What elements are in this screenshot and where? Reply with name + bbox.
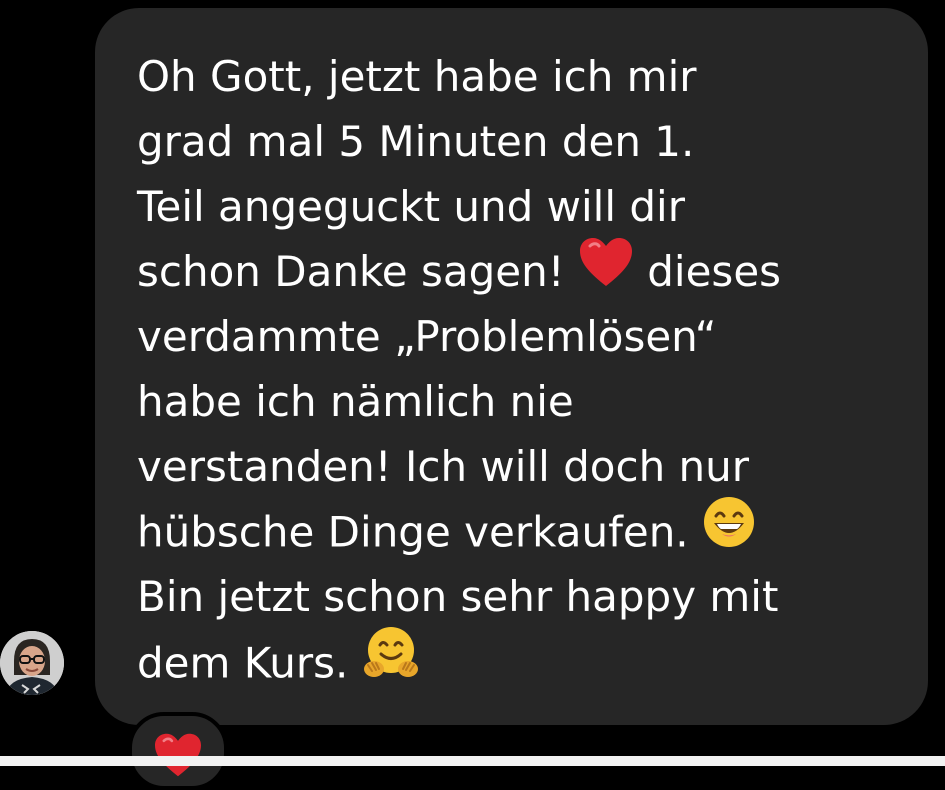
reaction-badge[interactable] bbox=[128, 712, 228, 790]
message-bubble[interactable]: Oh Gott, jetzt habe ich mir grad mal 5 M… bbox=[95, 8, 928, 725]
hugging-face-icon bbox=[362, 625, 420, 699]
message-line: dem Kurs. bbox=[137, 627, 927, 694]
message-line: Bin jetzt schon sehr happy mit bbox=[137, 572, 779, 621]
message-line: Oh Gott, jetzt habe ich mir bbox=[137, 52, 697, 101]
top-edge bbox=[0, 0, 945, 8]
profile-photo-icon bbox=[0, 631, 64, 695]
message-fragment: schon Danke sagen! bbox=[137, 247, 565, 296]
message-line: schon Danke sagen! dieses bbox=[137, 236, 927, 306]
message-text: Oh Gott, jetzt habe ich mir grad mal 5 M… bbox=[137, 44, 927, 694]
message-line: verdammte „Problemlösen“ bbox=[137, 312, 717, 361]
message-line: grad mal 5 Minuten den 1. bbox=[137, 117, 695, 166]
message-fragment: dieses bbox=[647, 247, 782, 296]
message-line: Teil angeguckt und will dir bbox=[137, 182, 685, 231]
message-line: hübsche Dinge verkaufen. bbox=[137, 497, 927, 564]
message-line: verstanden! Ich will doch nur bbox=[137, 442, 750, 491]
message-line: habe ich nämlich nie bbox=[137, 377, 574, 426]
grinning-face-icon bbox=[702, 495, 756, 567]
message-fragment: dem Kurs. bbox=[137, 638, 349, 688]
bottom-edge bbox=[0, 756, 945, 766]
message-fragment: hübsche Dinge verkaufen. bbox=[137, 507, 689, 557]
avatar[interactable] bbox=[0, 631, 64, 695]
red-heart-icon bbox=[578, 236, 634, 306]
